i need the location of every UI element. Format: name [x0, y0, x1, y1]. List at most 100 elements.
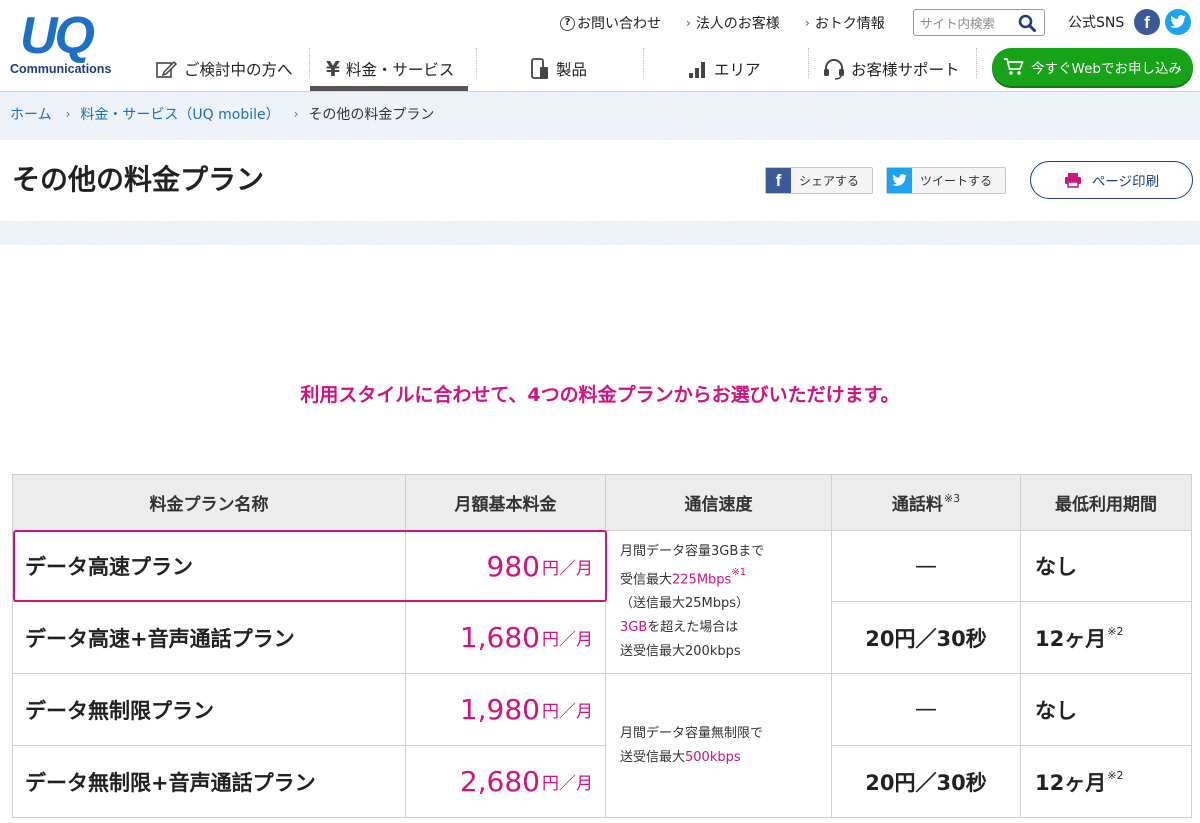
- price-value: 2,680: [459, 765, 540, 798]
- min-period-value: 12ヶ月: [1035, 626, 1107, 651]
- deals-link[interactable]: › おトク情報: [805, 10, 885, 36]
- corporate-link[interactable]: › 法人のお客様: [686, 10, 780, 36]
- speed-highlight: 500kbps: [685, 749, 741, 765]
- speed-cell-unlimited: 月間データ容量無制限で 送受信最大500kbps: [606, 674, 832, 818]
- min-period-value: なし: [1035, 698, 1077, 723]
- min-period-value: なし: [1035, 555, 1077, 579]
- price-unit: 円／月: [542, 774, 593, 794]
- table-row-plan-name: データ無制限+音声通話プラン: [13, 746, 406, 818]
- speed-line: 月間データ容量無制限で: [620, 725, 764, 741]
- table-row-plan-name: データ高速プラン: [13, 531, 406, 602]
- call-rate-value: —: [915, 697, 937, 722]
- min-period-note: ※2: [1107, 769, 1124, 782]
- sns-label: 公式SNS: [1068, 15, 1125, 31]
- speed-text: を超えた場合は: [647, 620, 739, 636]
- min-period-note: ※2: [1107, 625, 1124, 638]
- web-apply-button[interactable]: 今すぐWebでお申し込み: [992, 48, 1193, 86]
- nav-item-support[interactable]: お客様サポート: [823, 47, 960, 91]
- help-icon: ?: [560, 15, 575, 31]
- chevron-right-icon: ›: [65, 107, 71, 121]
- speed-line: 受信最大225Mbps※1: [620, 564, 831, 592]
- table-row-min-period: なし: [1021, 674, 1192, 746]
- tweet-button[interactable]: ツイートする: [886, 167, 1006, 194]
- call-rate-value: 20円／30秒: [865, 770, 987, 795]
- twitter-icon: [887, 168, 912, 193]
- speed-text: 受信最大: [620, 572, 673, 588]
- table-row-min-period: 12ヶ月 ※2: [1021, 602, 1192, 674]
- breadcrumb-home[interactable]: ホーム: [10, 104, 52, 124]
- nav-item-area[interactable]: エリア: [688, 47, 761, 91]
- contact-link-label: お問い合わせ: [577, 16, 661, 32]
- table-row-call-rate: —: [832, 531, 1021, 602]
- facebook-share-button[interactable]: f シェアする: [765, 167, 873, 194]
- speed-line: 3GBを超えた場合は: [620, 616, 831, 640]
- price-value: 1,680: [459, 621, 540, 654]
- signal-icon: [689, 62, 705, 78]
- header-min-period-label: 最低利用期間: [1055, 495, 1157, 515]
- breadcrumb-plans[interactable]: 料金・サービス（UQ mobile）: [80, 104, 279, 124]
- table-row-price: 2,680 円／月: [406, 746, 606, 818]
- plan-name: データ高速+音声通話プラン: [25, 626, 295, 651]
- chevron-right-icon: ›: [805, 16, 810, 30]
- table-row-call-rate: 20円／30秒: [832, 602, 1021, 674]
- speed-line: 月間データ容量3GBまで: [620, 543, 765, 559]
- chevron-right-icon: ›: [293, 107, 299, 121]
- header-call-rate-label: 通話料: [891, 495, 943, 515]
- table-row-min-period: 12ヶ月 ※2: [1021, 746, 1192, 818]
- facebook-icon: f: [766, 168, 791, 193]
- price-unit: 円／月: [542, 630, 593, 650]
- facebook-icon[interactable]: f: [1134, 9, 1160, 35]
- price-unit: 円／月: [542, 558, 593, 579]
- nav-item-label: お客様サポート: [851, 61, 960, 79]
- plan-name: データ高速プラン: [25, 555, 193, 579]
- table-row-min-period: なし: [1021, 531, 1192, 602]
- nav-item-products[interactable]: 製品: [530, 47, 587, 91]
- speed-line: 送受信最大500kbps: [620, 746, 831, 770]
- site-header: UQ Communications ? お問い合わせ › 法人のお客様 › おト…: [0, 0, 1200, 92]
- twitter-icon[interactable]: [1165, 9, 1191, 35]
- speed-highlight: 225Mbps: [672, 572, 732, 588]
- uq-logo[interactable]: UQ Communications: [8, 8, 120, 80]
- deals-link-label: おトク情報: [814, 16, 885, 32]
- headset-icon: [824, 59, 844, 80]
- plan-table: 料金プラン名称 月額基本料金 通信速度 通話料 ※3 最低利用期間 データ高速プラ…: [12, 474, 1192, 818]
- breadcrumb-current: その他の料金プラン: [308, 107, 435, 123]
- header-monthly-fee-label: 月額基本料金: [454, 495, 557, 515]
- price-value: 1,980: [459, 693, 540, 726]
- speed-line: （送信最大25Mbps）: [620, 596, 750, 612]
- call-rate-value: —: [915, 553, 937, 579]
- speed-cell-high: 月間データ容量3GBまで 受信最大225Mbps※1 （送信最大25Mbps） …: [606, 531, 832, 674]
- nav-item-plans[interactable]: ¥ 料金・サービス: [326, 47, 454, 91]
- price-unit: 円／月: [542, 702, 593, 722]
- nav-divider: [643, 48, 644, 78]
- call-rate-value: 20円／30秒: [865, 626, 987, 651]
- nav-active-indicator: [310, 86, 468, 91]
- header-plan-name: 料金プラン名称: [13, 475, 406, 531]
- header-plan-name-label: 料金プラン名称: [149, 495, 269, 515]
- lead-text: 利用スタイルに合わせて、4つの料金プランからお選びいただけます。: [300, 384, 900, 406]
- price-value: 980: [486, 549, 540, 583]
- header-speed: 通信速度: [606, 475, 832, 531]
- print-page-label: ページ印刷: [1091, 174, 1160, 190]
- site-search: [913, 9, 1045, 36]
- nav-item-label: 製品: [556, 61, 588, 79]
- nav-divider: [309, 48, 310, 78]
- nav-divider: [976, 48, 977, 78]
- header-monthly-fee: 月額基本料金: [406, 475, 606, 531]
- search-input[interactable]: [920, 13, 1016, 33]
- print-page-button[interactable]: ページ印刷: [1030, 161, 1193, 199]
- plan-name: データ無制限+音声通話プラン: [25, 770, 316, 795]
- contact-link[interactable]: ? お問い合わせ: [560, 10, 661, 36]
- table-row-price: 980 円／月: [406, 531, 606, 602]
- search-icon[interactable]: [1018, 14, 1036, 32]
- logo-mark: UQ: [20, 7, 95, 65]
- header-call-rate: 通話料 ※3: [832, 475, 1021, 531]
- table-row-call-rate: 20円／30秒: [832, 746, 1021, 818]
- tweet-label: ツイートする: [920, 174, 993, 188]
- breadcrumb: ホーム › 料金・サービス（UQ mobile） › その他の料金プラン: [10, 104, 434, 124]
- table-row-plan-name: データ無制限プラン: [13, 674, 406, 746]
- logo-subtext: Communications: [10, 62, 112, 76]
- nav-item-consider[interactable]: ご検討中の方へ: [156, 47, 293, 91]
- header-speed-label: 通信速度: [684, 495, 753, 515]
- speed-text: 送受信最大: [620, 749, 686, 765]
